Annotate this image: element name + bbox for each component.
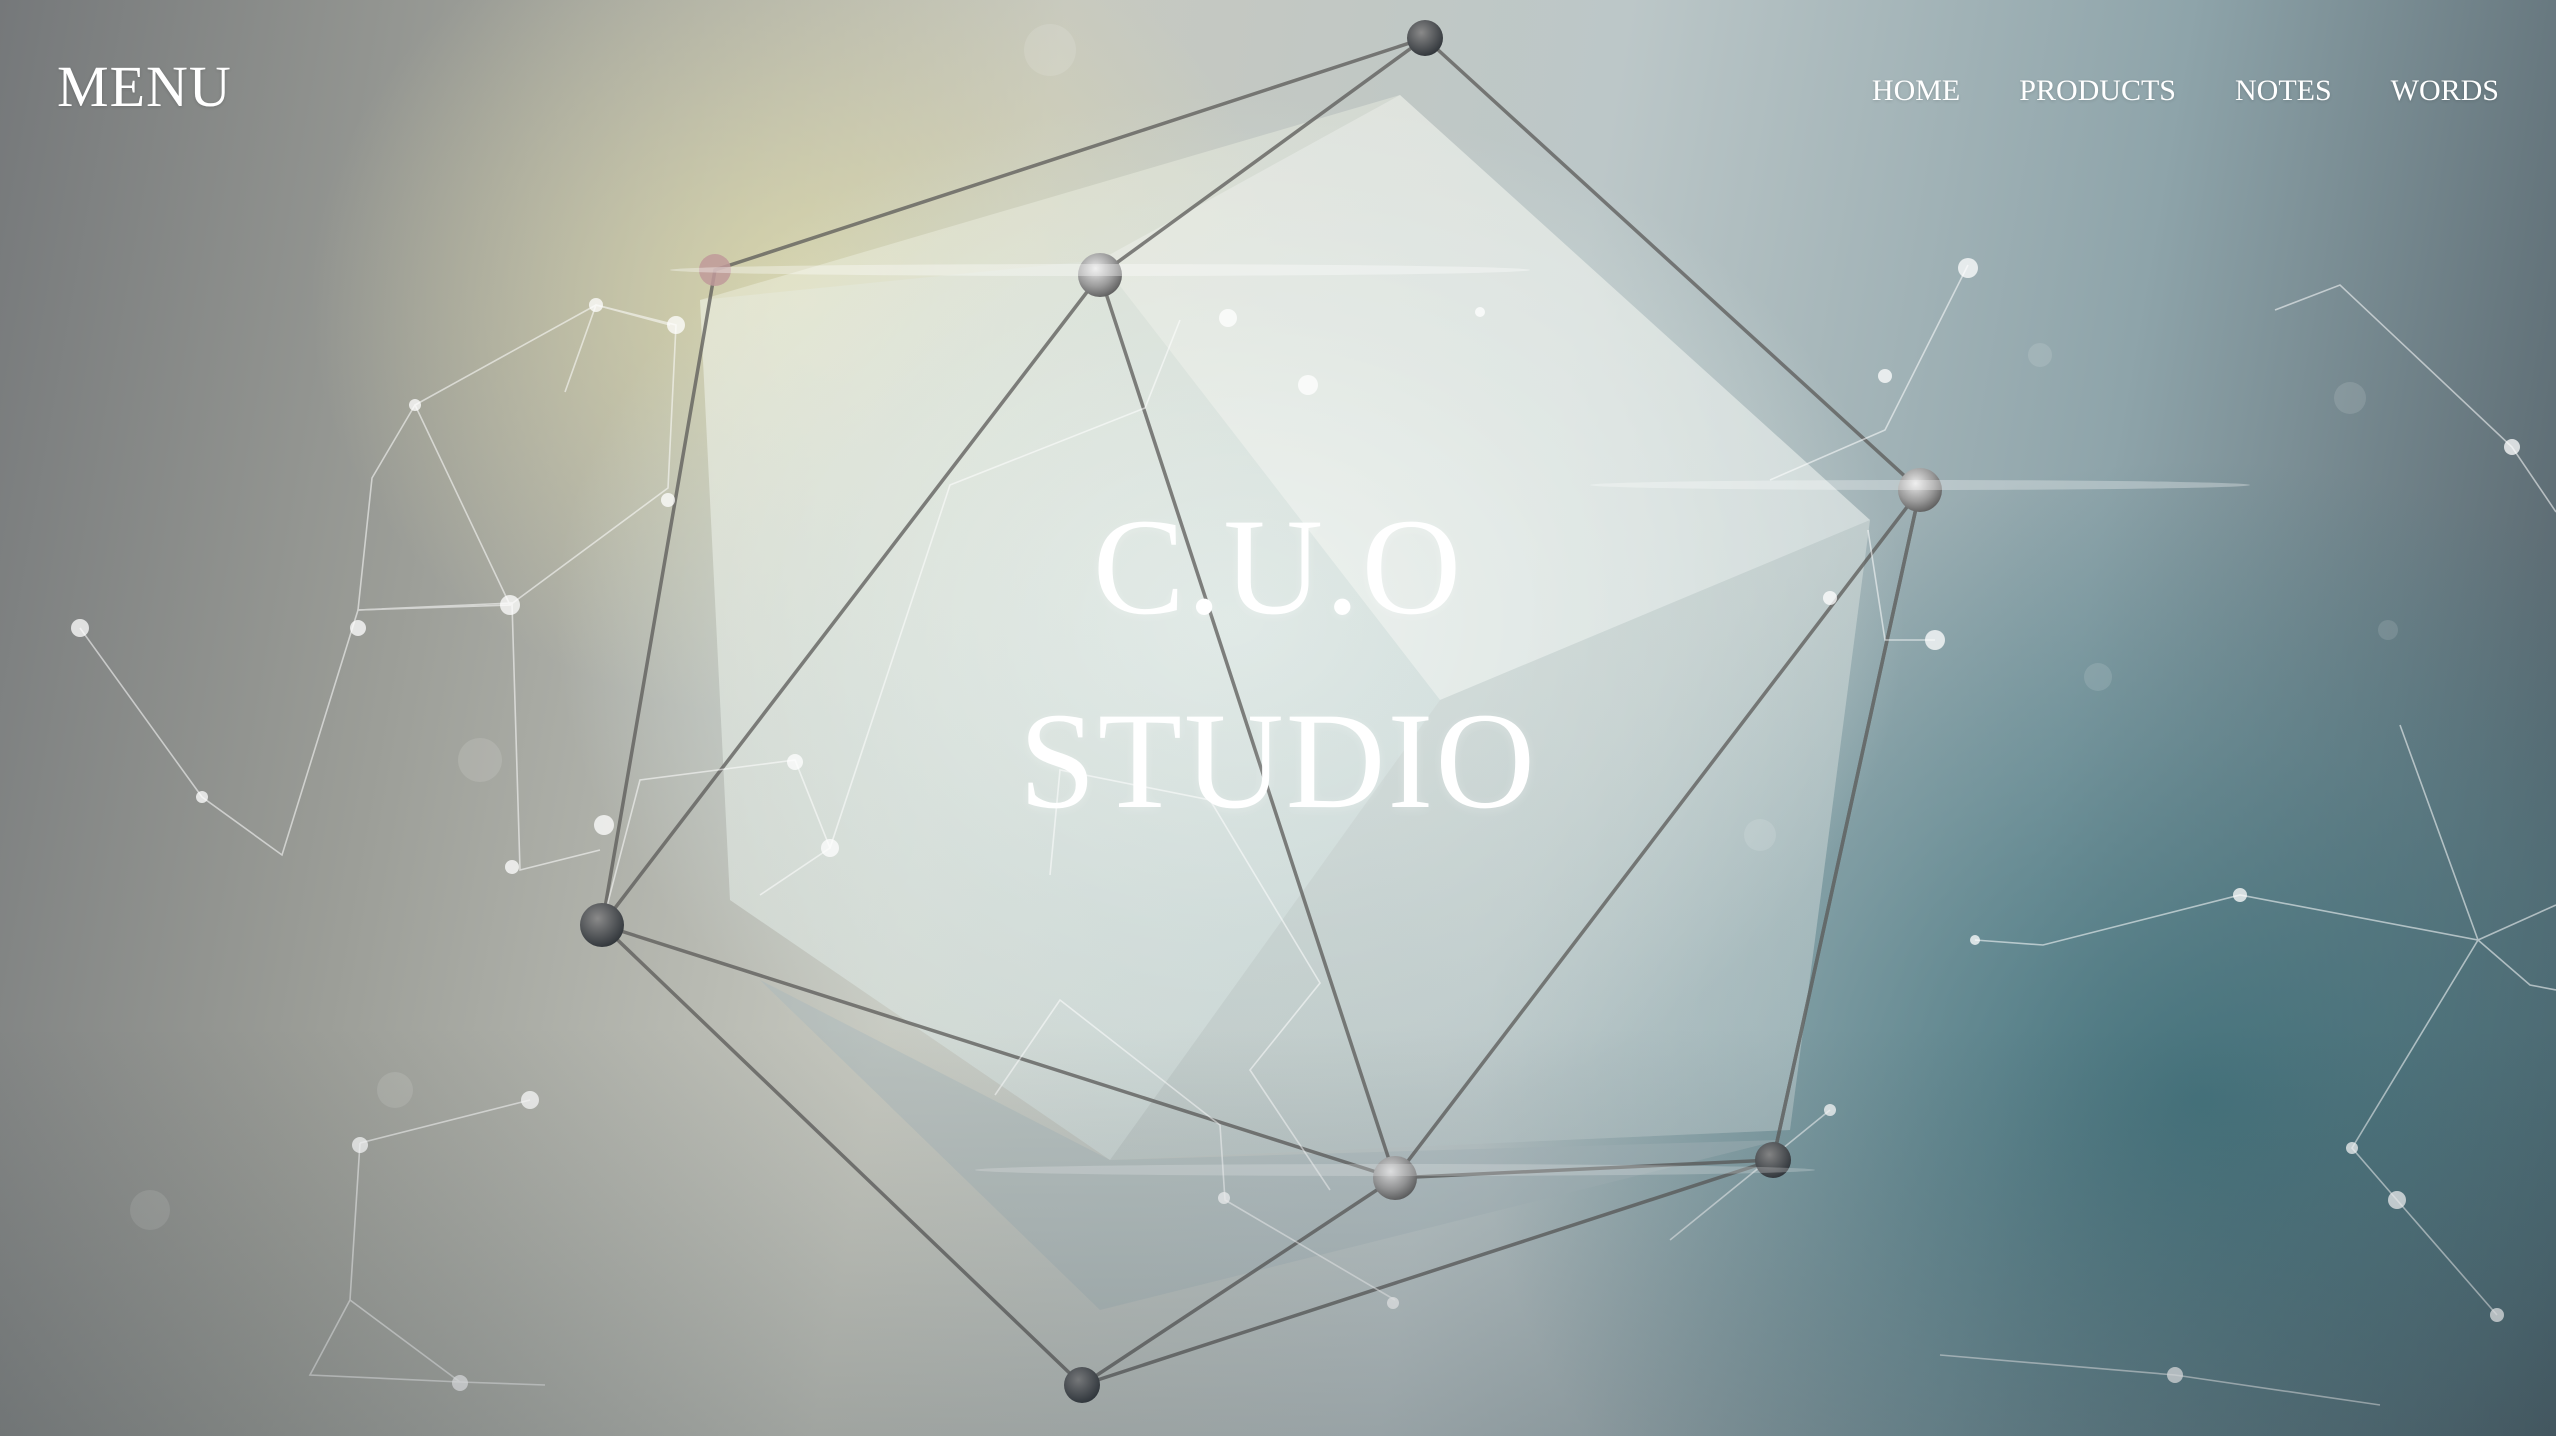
- page-bottom-strip: [0, 1436, 2556, 1446]
- nav-link-home[interactable]: HOME: [1872, 76, 1960, 106]
- top-navigation: HOME PRODUCTS NOTES WORDS: [1872, 76, 2499, 106]
- nav-link-words[interactable]: WORDS: [2391, 76, 2499, 106]
- nav-link-notes[interactable]: NOTES: [2235, 76, 2332, 106]
- nav-link-products[interactable]: PRODUCTS: [2019, 76, 2176, 106]
- hero-title-line-2: STUDIO: [1019, 684, 1537, 837]
- hero-title: C.U.O STUDIO: [0, 470, 2556, 858]
- hero-title-line-1: C.U.O: [1092, 490, 1464, 643]
- menu-button[interactable]: MENU: [57, 58, 232, 116]
